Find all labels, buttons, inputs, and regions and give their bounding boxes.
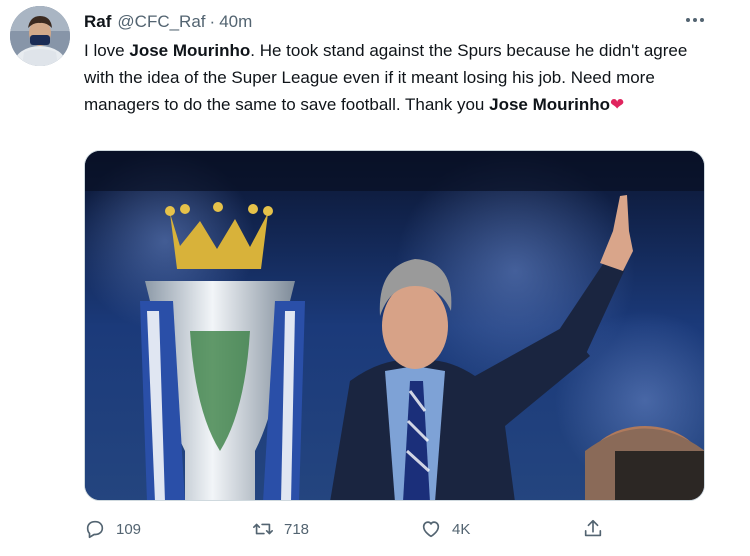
like-button[interactable]: 4K [420,514,470,544]
more-dots-icon[interactable] [680,8,710,32]
like-count: 4K [452,520,471,538]
tweet-header: Raf @CFC_Raf · 40m [84,11,252,33]
tweet-media-image[interactable] [84,150,705,501]
reply-button[interactable]: 109 [84,514,141,544]
tweet-text: I love Jose Mourinho. He took stand agai… [84,37,714,118]
share-button[interactable] [582,514,604,544]
heart-emoji: ❤ [610,95,625,114]
text-mention-bold: Jose Mourinho [129,41,251,60]
heart-icon [422,521,440,538]
user-handle[interactable]: @CFC_Raf [117,12,205,32]
text-mention-bold: Jose Mourinho [489,95,611,114]
timestamp[interactable]: 40m [219,12,252,32]
share-icon [584,519,602,537]
retweet-count: 718 [284,520,310,538]
reply-count: 109 [116,520,142,538]
retweet-button[interactable]: 718 [252,514,309,544]
text-segment: I love [84,41,130,60]
display-name[interactable]: Raf [84,12,111,32]
tweet-actions: 109 718 4K [84,514,684,544]
tweet: Raf @CFC_Raf · 40m I love Jose Mourinho.… [0,0,750,556]
reply-icon [86,520,104,539]
avatar[interactable] [10,6,70,66]
separator-dot: · [209,12,216,31]
retweet-icon [253,523,273,535]
